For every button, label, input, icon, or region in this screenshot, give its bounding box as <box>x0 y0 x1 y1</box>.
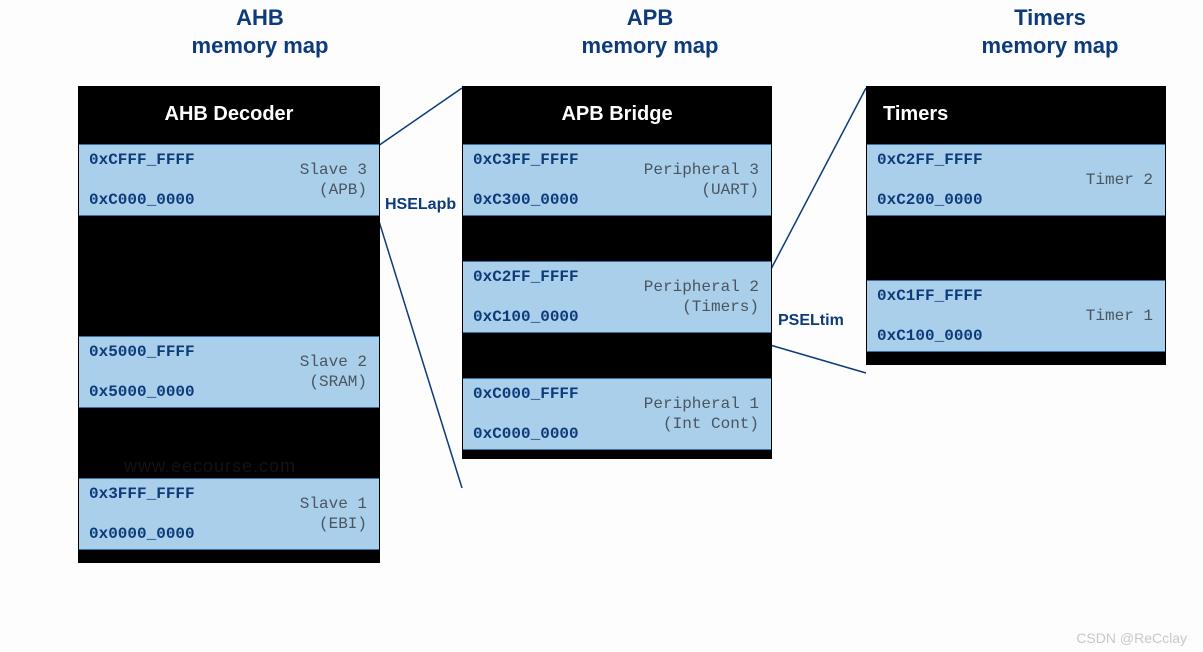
faint-url-text: www.eecourse.com <box>124 456 296 477</box>
ahb-slave3-hi: 0xCFFF_FFFF <box>89 151 254 169</box>
ahb-gap1 <box>79 216 379 336</box>
tim-t1-lo: 0xC100_0000 <box>877 327 1041 345</box>
ahb-slave1-sub: (EBI) <box>319 514 367 534</box>
ahb-slave2-sub: (SRAM) <box>309 372 367 392</box>
tim-t2-name: Timer 2 <box>1086 170 1153 190</box>
ahb-title-line1: AHB <box>236 5 284 30</box>
ahb-map: AHB Decoder 0xCFFF_FFFF 0xC000_0000 Slav… <box>78 86 380 563</box>
ahb-header: AHB Decoder <box>79 87 379 144</box>
ahb-slave2-name: Slave 2 <box>300 352 367 372</box>
apb-p2-region: 0xC2FF_FFFF 0xC100_0000 Peripheral 2 (Ti… <box>463 261 771 333</box>
timers-title-line1: Timers <box>1014 5 1086 30</box>
ahb-slave2-region: 0x5000_FFFF 0x5000_0000 Slave 2 (SRAM) <box>79 336 379 408</box>
tim-t1-hi: 0xC1FF_FFFF <box>877 287 1041 305</box>
timers-header: Timers <box>867 87 1165 144</box>
apb-title-line1: APB <box>627 5 673 30</box>
tim-t1-region: 0xC1FF_FFFF 0xC100_0000 Timer 1 <box>867 280 1165 352</box>
apb-p3-sub: (UART) <box>701 180 759 200</box>
apb-p1-sub: (Int Cont) <box>663 414 759 434</box>
apb-p1-hi: 0xC000_FFFF <box>473 385 642 403</box>
apb-title: APB memory map <box>500 4 800 59</box>
tim-t2-lo: 0xC200_0000 <box>877 191 1041 209</box>
timers-title-line2: memory map <box>982 33 1119 58</box>
ahb-title: AHB memory map <box>110 4 410 59</box>
apb-p1-region: 0xC000_FFFF 0xC000_0000 Peripheral 1 (In… <box>463 378 771 450</box>
apb-p3-region: 0xC3FF_FFFF 0xC300_0000 Peripheral 3 (UA… <box>463 144 771 216</box>
apb-p3-hi: 0xC3FF_FFFF <box>473 151 642 169</box>
apb-gap1 <box>463 216 771 261</box>
tim-t1-name: Timer 1 <box>1086 306 1153 326</box>
ahb-slave3-region: 0xCFFF_FFFF 0xC000_0000 Slave 3 (APB) <box>79 144 379 216</box>
timers-title: Timers memory map <box>900 4 1200 59</box>
apb-p2-sub: (Timers) <box>682 297 759 317</box>
apb-p2-lo: 0xC100_0000 <box>473 308 642 326</box>
ahb-slave1-hi: 0x3FFF_FFFF <box>89 485 254 503</box>
watermark: CSDN @ReCclay <box>1076 630 1187 646</box>
ahb-slave2-lo: 0x5000_0000 <box>89 383 254 401</box>
ahb-slave2-hi: 0x5000_FFFF <box>89 343 254 361</box>
pseltim-signal: PSELtim <box>778 312 844 330</box>
ahb-slave3-name: Slave 3 <box>300 160 367 180</box>
apb-title-line2: memory map <box>582 33 719 58</box>
ahb-slave1-name: Slave 1 <box>300 494 367 514</box>
tim-t2-region: 0xC2FF_FFFF 0xC200_0000 Timer 2 <box>867 144 1165 216</box>
ahb-bottom-gap <box>79 550 379 562</box>
ahb-slave1-region: 0x3FFF_FFFF 0x0000_0000 Slave 1 (EBI) <box>79 478 379 550</box>
apb-p1-name: Peripheral 1 <box>644 394 759 414</box>
ahb-slave3-sub: (APB) <box>319 180 367 200</box>
ahb-slave3-lo: 0xC000_0000 <box>89 191 254 209</box>
apb-p1-lo: 0xC000_0000 <box>473 425 642 443</box>
tim-gap1 <box>867 216 1165 280</box>
ahb-title-line2: memory map <box>192 33 329 58</box>
timers-map: Timers 0xC2FF_FFFF 0xC200_0000 Timer 2 0… <box>866 86 1166 365</box>
apb-p2-name: Peripheral 2 <box>644 277 759 297</box>
apb-p3-lo: 0xC300_0000 <box>473 191 642 209</box>
apb-p2-hi: 0xC2FF_FFFF <box>473 268 642 286</box>
tim-t2-hi: 0xC2FF_FFFF <box>877 151 1041 169</box>
ahb-slave1-lo: 0x0000_0000 <box>89 525 254 543</box>
hselapb-signal: HSELapb <box>385 196 456 214</box>
apb-p3-name: Peripheral 3 <box>644 160 759 180</box>
apb-map: APB Bridge 0xC3FF_FFFF 0xC300_0000 Perip… <box>462 86 772 459</box>
tim-bottom-gap <box>867 352 1165 364</box>
apb-gap2 <box>463 333 771 378</box>
apb-header: APB Bridge <box>463 87 771 144</box>
apb-bottom-gap <box>463 450 771 458</box>
